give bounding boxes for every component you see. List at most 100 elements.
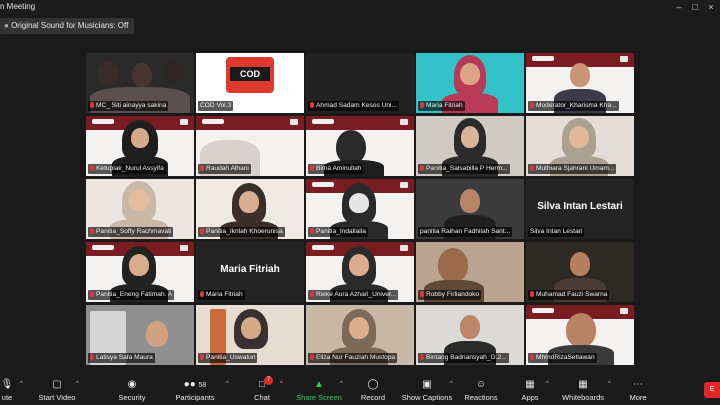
participant-name-label: Panitia_Indallaila bbox=[308, 227, 368, 237]
more-button[interactable]: ⋯ More bbox=[626, 377, 650, 405]
participant-tile[interactable]: Panitia_Uswatun bbox=[196, 305, 304, 365]
mic-muted-icon bbox=[90, 102, 94, 108]
participant-name-label: Maria Fitriah bbox=[198, 290, 245, 300]
participants-icon: ●● bbox=[183, 379, 196, 390]
participant-name-label: Panitia_Salsabilla P Herm... bbox=[418, 164, 510, 174]
participant-name-label: Raudah Alhani bbox=[198, 164, 251, 174]
apps-button[interactable]: ▦ Apps bbox=[518, 377, 542, 405]
close-icon[interactable]: × bbox=[704, 0, 718, 14]
chat-button[interactable]: □ 7 Chat bbox=[248, 376, 276, 405]
participant-name-label: Panitia_Ikrilah Khoerunisa bbox=[198, 227, 285, 237]
participant-tile[interactable]: Robby Firliandoko bbox=[416, 242, 524, 302]
participant-display-name: Silva Intan Lestari bbox=[537, 201, 623, 212]
participant-name-label: Bintang Badriansyah_G.2... bbox=[418, 353, 509, 363]
mic-muted-icon bbox=[90, 354, 94, 360]
microphone-icon: 🎙 bbox=[0, 379, 14, 390]
participant-tile[interactable]: Silva Intan Lestari Silva Intan Lestari bbox=[526, 179, 634, 239]
security-button[interactable]: ◉ Security bbox=[114, 377, 150, 405]
start-video-button[interactable]: ▢ Start Video bbox=[34, 377, 80, 405]
participant-name-label: Muhamad Fauzi Swarna bbox=[528, 290, 610, 300]
participant-tile[interactable]: Eliza Nur Fauziah Mustopa bbox=[306, 305, 414, 365]
mic-muted-icon bbox=[420, 165, 424, 171]
mic-muted-icon bbox=[310, 165, 314, 171]
end-meeting-button[interactable]: E bbox=[704, 382, 720, 398]
participant-tile[interactable]: Bima Aminullah bbox=[306, 116, 414, 176]
participant-name-label: MhmdRizaSetiawan bbox=[528, 353, 597, 363]
mic-muted-icon bbox=[420, 102, 424, 108]
mic-muted-icon bbox=[310, 228, 314, 234]
participant-tile[interactable]: COD COD Vol.3 bbox=[196, 53, 304, 113]
participant-tile[interactable]: Raudah Alhani bbox=[196, 116, 304, 176]
title-bar: n Meeting – □ × bbox=[0, 0, 720, 14]
participant-tile[interactable]: Ketuplak_Nurul Assyifa bbox=[86, 116, 194, 176]
chevron-up-icon[interactable]: ^ bbox=[608, 381, 611, 387]
participant-name-label: COD Vol.3 bbox=[198, 101, 234, 111]
participant-name-label: panitia Raihan Fadhilah Sant... bbox=[418, 227, 513, 237]
participant-name-label: MC_ Siti ainayya sakina bbox=[88, 101, 169, 111]
participant-tile[interactable]: Ahmad Sadam Kesos Uni... bbox=[306, 53, 414, 113]
mic-muted-icon bbox=[200, 291, 204, 297]
event-logo: COD bbox=[226, 57, 274, 93]
participant-tile[interactable]: MC_ Siti ainayya sakina bbox=[86, 53, 194, 113]
participant-tile[interactable]: Maria Fitriah Maria Fitriah bbox=[196, 242, 304, 302]
mic-muted-icon bbox=[90, 165, 94, 171]
participant-name-label: Rieke Aura Azhari_Univer... bbox=[308, 290, 399, 300]
record-button[interactable]: ◯ Record bbox=[358, 377, 388, 405]
participant-tile[interactable]: Panitia_Eneng Fatimah. A bbox=[86, 242, 194, 302]
chevron-up-icon[interactable]: ^ bbox=[226, 381, 229, 387]
chevron-up-icon[interactable]: ^ bbox=[546, 381, 549, 387]
mic-muted-icon bbox=[310, 102, 314, 108]
mic-muted-icon bbox=[530, 102, 534, 108]
participant-tile[interactable]: Panitia_Ikrilah Khoerunisa bbox=[196, 179, 304, 239]
participant-tile[interactable]: Muthiara Sjahrani Umam... bbox=[526, 116, 634, 176]
maximize-icon[interactable]: □ bbox=[688, 0, 702, 14]
participant-name-label: Muthiara Sjahrani Umam... bbox=[528, 164, 617, 174]
chevron-up-icon[interactable]: ^ bbox=[20, 381, 23, 387]
participant-name-label: Bima Aminullah bbox=[308, 164, 364, 174]
participant-tile[interactable]: Rieke Aura Azhari_Univer... bbox=[306, 242, 414, 302]
mute-button[interactable]: 🎙 ute bbox=[0, 377, 18, 405]
participant-tile[interactable]: Moderator_Kharisma Kha... bbox=[526, 53, 634, 113]
mic-muted-icon bbox=[200, 354, 204, 360]
participant-name-label: Silva Intan Lestari bbox=[528, 227, 585, 237]
participants-count: 58 bbox=[198, 382, 207, 389]
cc-icon: ▣ bbox=[422, 379, 432, 390]
minimize-icon[interactable]: – bbox=[672, 0, 686, 14]
participant-tile[interactable]: Maria Fitriah bbox=[416, 53, 524, 113]
participant-tile[interactable]: Panitia_Soffy Rachmavati bbox=[86, 179, 194, 239]
chevron-up-icon[interactable]: ^ bbox=[340, 381, 343, 387]
mic-muted-icon bbox=[420, 354, 424, 360]
participant-name-label: Ketuplak_Nurul Assyifa bbox=[88, 164, 166, 174]
whiteboard-icon: ▦ bbox=[578, 379, 588, 390]
meeting-toolbar: 🎙 ute ^ ▢ Start Video ^ ◉ Security ●● 58… bbox=[0, 376, 720, 405]
participant-tile[interactable]: Panitia_Indallaila bbox=[306, 179, 414, 239]
mic-muted-icon bbox=[90, 228, 94, 234]
chat-unread-badge: 7 bbox=[264, 376, 273, 385]
participant-tile[interactable]: Bintang Badriansyah_G.2... bbox=[416, 305, 524, 365]
participant-name-label: Maria Fitriah bbox=[418, 101, 465, 111]
chevron-up-icon[interactable]: ^ bbox=[76, 381, 79, 387]
participant-tile[interactable]: MhmdRizaSetiawan bbox=[526, 305, 634, 365]
participant-name-label: Panitia_Eneng Fatimah. A bbox=[88, 290, 175, 300]
mic-muted-icon bbox=[310, 354, 314, 360]
participant-tile[interactable]: Panitia_Salsabilla P Herm... bbox=[416, 116, 524, 176]
participant-tile[interactable]: Muhamad Fauzi Swarna bbox=[526, 242, 634, 302]
participant-tile[interactable]: panitia Raihan Fadhilah Sant... bbox=[416, 179, 524, 239]
mic-muted-icon bbox=[420, 291, 424, 297]
mic-muted-icon bbox=[530, 291, 534, 297]
share-screen-button[interactable]: ▲ Share Screen bbox=[296, 377, 342, 405]
reactions-button[interactable]: ☺ Reactions bbox=[462, 377, 500, 405]
participants-button[interactable]: ●● 58 Participants bbox=[172, 377, 218, 405]
whiteboards-button[interactable]: ▦ Whiteboards bbox=[560, 377, 606, 405]
window-title: n Meeting bbox=[0, 2, 36, 11]
smile-icon: ☺ bbox=[475, 379, 487, 390]
show-captions-button[interactable]: ▣ Show Captions bbox=[400, 377, 454, 405]
mic-muted-icon bbox=[530, 354, 534, 360]
participant-display-name: Maria Fitriah bbox=[220, 264, 280, 275]
participant-name-label: Panitia_Soffy Rachmavati bbox=[88, 227, 174, 237]
chevron-up-icon[interactable]: ^ bbox=[280, 381, 283, 387]
participant-name-label: Panitia_Uswatun bbox=[198, 353, 258, 363]
participant-tile[interactable]: Latisya Safa Maura bbox=[86, 305, 194, 365]
chevron-up-icon[interactable]: ^ bbox=[450, 381, 453, 387]
participant-name-label: Latisya Safa Maura bbox=[88, 353, 155, 363]
